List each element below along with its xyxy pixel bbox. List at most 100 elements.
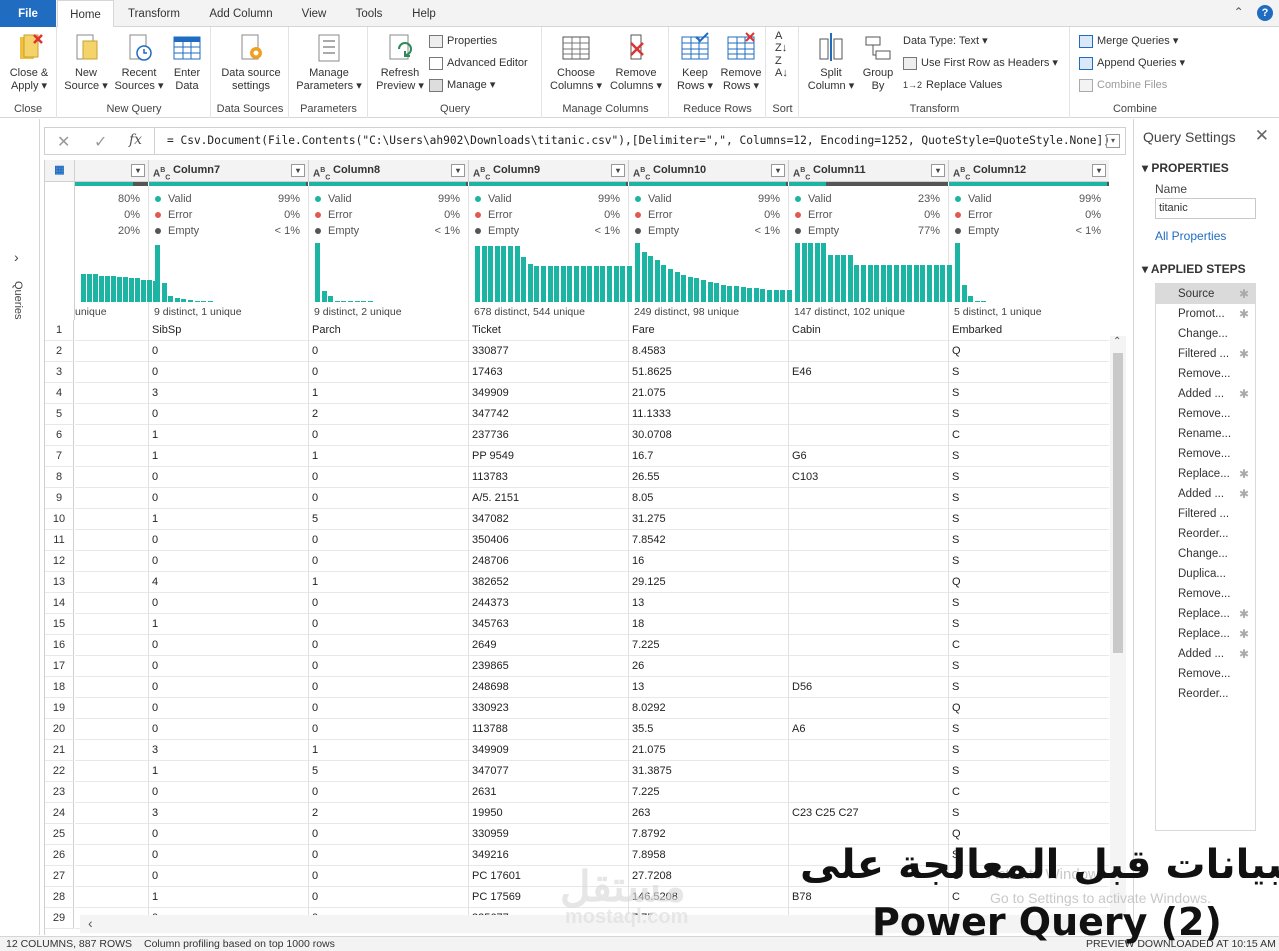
data-type-dropdown[interactable]: Data Type: Text ▾ — [903, 32, 988, 50]
table-cell[interactable]: 0 — [309, 635, 469, 656]
table-cell[interactable]: G6 — [789, 446, 949, 467]
table-cell[interactable]: S — [949, 467, 1109, 488]
tab-add-column[interactable]: Add Column — [196, 0, 286, 27]
tab-home[interactable]: Home — [57, 0, 114, 28]
table-cell[interactable]: 0 — [309, 698, 469, 719]
table-cell[interactable]: E46 — [789, 362, 949, 383]
table-cell[interactable]: 0 — [149, 635, 309, 656]
table-cell[interactable]: 5 — [309, 761, 469, 782]
table-cell[interactable] — [75, 740, 149, 761]
filter-dropdown-icon[interactable]: ▾ — [771, 164, 785, 177]
table-cell[interactable]: 7.225 — [629, 782, 789, 803]
table-cell[interactable]: 0 — [309, 425, 469, 446]
step-settings-icon[interactable]: ✱ — [1239, 644, 1249, 664]
table-cell[interactable]: S — [949, 383, 1109, 404]
replace-values-button[interactable]: 1→2 Replace Values — [903, 76, 1002, 94]
table-cell[interactable]: S — [949, 593, 1109, 614]
table-cell[interactable]: 0 — [309, 866, 469, 887]
table-cell[interactable]: 3 — [149, 383, 309, 404]
table-cell[interactable] — [789, 782, 949, 803]
table-cell[interactable]: 0 — [309, 677, 469, 698]
table-cell[interactable]: 0 — [309, 887, 469, 908]
close-apply-button[interactable]: Close & Apply ▾ — [4, 31, 54, 93]
group-by-button[interactable]: Group By — [858, 31, 898, 93]
table-cell[interactable]: 347742 — [469, 404, 629, 425]
table-cell[interactable]: 0 — [309, 845, 469, 866]
table-cell[interactable]: 30.0708 — [629, 425, 789, 446]
help-icon[interactable]: ? — [1257, 5, 1273, 21]
table-cell[interactable] — [75, 656, 149, 677]
table-cell[interactable]: 13 — [629, 593, 789, 614]
table-cell[interactable]: 21.075 — [629, 383, 789, 404]
applied-step[interactable]: Reorder... — [1156, 684, 1255, 704]
table-cell[interactable]: 0 — [149, 698, 309, 719]
table-cell[interactable]: 17463 — [469, 362, 629, 383]
table-cell[interactable]: S — [949, 404, 1109, 425]
table-cell[interactable] — [75, 383, 149, 404]
applied-step[interactable]: Change... — [1156, 324, 1255, 344]
applied-step[interactable]: Rename... — [1156, 424, 1255, 444]
sort-ascending-icon[interactable]: A Z↓ — [775, 30, 787, 54]
table-cell[interactable]: 0 — [149, 404, 309, 425]
manage-parameters-button[interactable]: Manage Parameters ▾ — [293, 31, 365, 93]
table-cell[interactable] — [789, 593, 949, 614]
table-cell[interactable]: D56 — [789, 677, 949, 698]
applied-step[interactable]: Filtered ... — [1156, 504, 1255, 524]
table-cell[interactable]: 1 — [149, 614, 309, 635]
applied-step[interactable]: Remove... — [1156, 404, 1255, 424]
tab-file[interactable]: File — [0, 0, 56, 27]
table-cell[interactable]: S — [949, 719, 1109, 740]
table-cell[interactable]: 0 — [309, 551, 469, 572]
table-cell[interactable] — [75, 824, 149, 845]
table-cell[interactable]: S — [949, 362, 1109, 383]
cancel-icon[interactable]: ✕ — [57, 132, 70, 152]
step-settings-icon[interactable]: ✱ — [1239, 344, 1249, 364]
enter-data-button[interactable]: Enter Data — [166, 31, 208, 93]
table-cell[interactable]: C103 — [789, 467, 949, 488]
table-cell[interactable]: 8.05 — [629, 488, 789, 509]
vertical-scrollbar[interactable]: ⌃ — [1110, 336, 1126, 916]
tab-help[interactable]: Help — [401, 0, 447, 27]
table-cell[interactable]: 0 — [309, 488, 469, 509]
table-cell[interactable]: 7.8792 — [629, 824, 789, 845]
table-cell[interactable] — [75, 614, 149, 635]
table-cell[interactable]: 0 — [149, 719, 309, 740]
tab-transform[interactable]: Transform — [117, 0, 191, 27]
table-cell[interactable]: 51.8625 — [629, 362, 789, 383]
step-settings-icon[interactable]: ✱ — [1239, 604, 1249, 624]
table-cell[interactable]: 19950 — [469, 803, 629, 824]
table-cell[interactable] — [75, 719, 149, 740]
table-cell[interactable]: Q — [949, 341, 1109, 362]
table-cell[interactable]: 31.275 — [629, 509, 789, 530]
table-cell[interactable] — [75, 551, 149, 572]
applied-step[interactable]: Added ... ✱ — [1156, 384, 1255, 404]
table-cell[interactable] — [75, 677, 149, 698]
status-profiling[interactable]: Column profiling based on top 1000 rows — [144, 938, 335, 950]
filter-dropdown-icon[interactable]: ▾ — [611, 164, 625, 177]
table-cell[interactable]: 13 — [629, 677, 789, 698]
remove-columns-button[interactable]: Remove Columns ▾ — [607, 31, 665, 93]
column-header[interactable]: ABC Column11 ▾ — [789, 160, 949, 182]
formula-input[interactable]: = Csv.Document(File.Contents("C:\Users\a… — [167, 134, 1110, 147]
table-cell[interactable] — [75, 341, 149, 362]
advanced-editor-button[interactable]: Advanced Editor — [429, 54, 528, 72]
table-cell[interactable]: 345763 — [469, 614, 629, 635]
remove-rows-button[interactable]: Remove Rows ▾ — [718, 31, 764, 93]
table-cell[interactable] — [75, 593, 149, 614]
table-cell[interactable]: S — [949, 446, 1109, 467]
table-cell[interactable]: 263 — [629, 803, 789, 824]
table-cell[interactable]: 7.225 — [629, 635, 789, 656]
table-cell[interactable]: 0 — [149, 530, 309, 551]
table-cell[interactable] — [789, 635, 949, 656]
table-cell[interactable]: 0 — [149, 551, 309, 572]
table-cell[interactable] — [75, 845, 149, 866]
table-cell[interactable]: 347077 — [469, 761, 629, 782]
filter-dropdown-icon[interactable]: ▾ — [291, 164, 305, 177]
split-column-button[interactable]: Split Column ▾ — [806, 31, 856, 93]
table-cell[interactable] — [75, 530, 149, 551]
table-cell[interactable]: 0 — [309, 341, 469, 362]
table-cell[interactable]: 0 — [149, 656, 309, 677]
merge-queries-button[interactable]: Merge Queries ▾ — [1079, 32, 1178, 50]
table-cell[interactable] — [789, 761, 949, 782]
table-cell[interactable]: 0 — [149, 467, 309, 488]
